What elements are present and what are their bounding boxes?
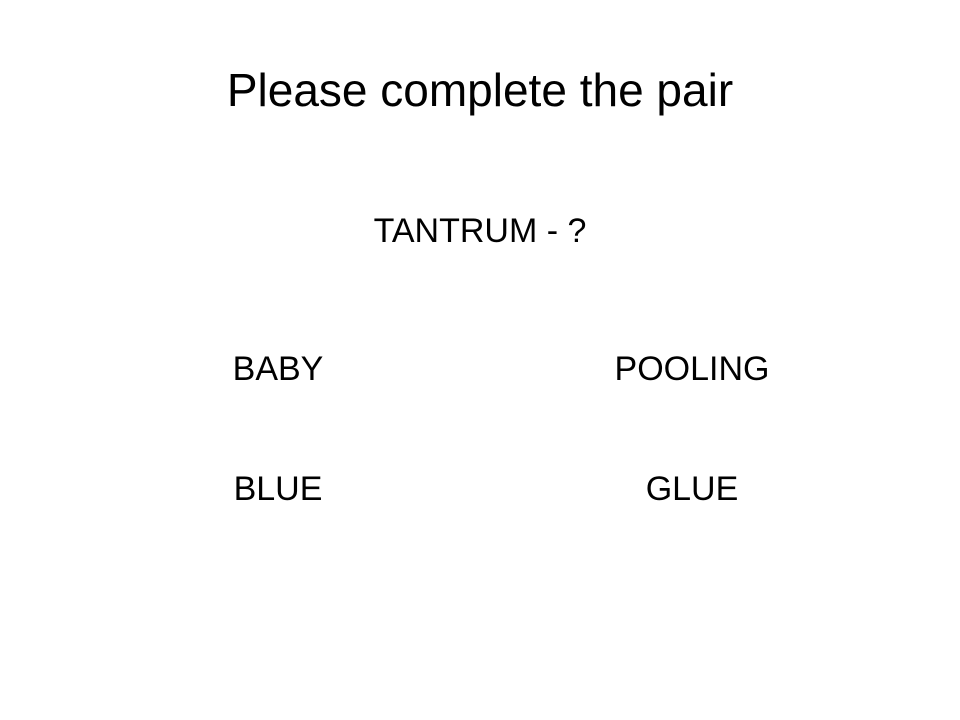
- option-baby[interactable]: BABY: [128, 344, 428, 394]
- option-blue[interactable]: BLUE: [128, 464, 428, 514]
- option-glue[interactable]: GLUE: [542, 464, 842, 514]
- question-prompt: TANTRUM - ?: [373, 212, 587, 250]
- option-pooling[interactable]: POOLING: [542, 344, 842, 394]
- slide: Please complete the pair TANTRUM - ? BAB…: [0, 0, 960, 720]
- page-title: Please complete the pair: [226, 64, 734, 116]
